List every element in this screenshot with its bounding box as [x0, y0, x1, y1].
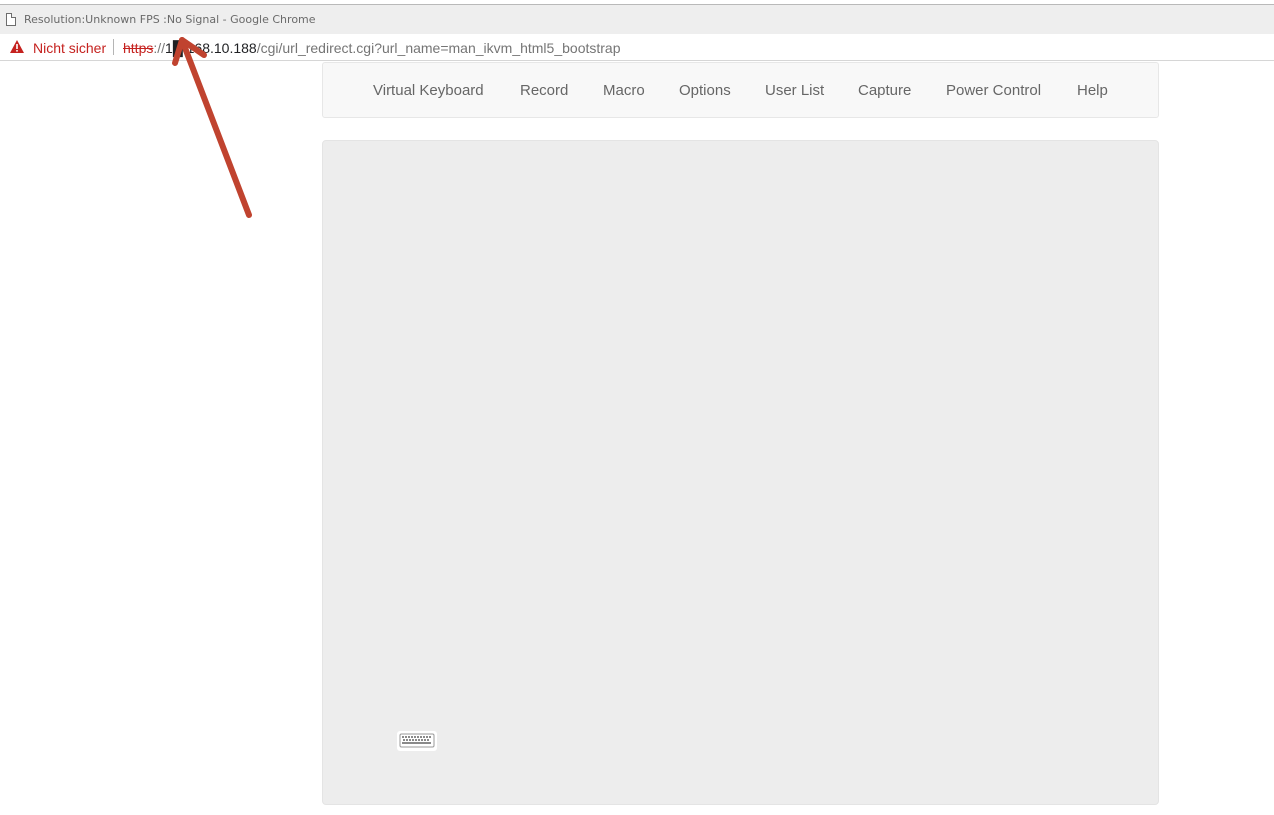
address-bar[interactable]: Nicht sicher https://1█.168.10.188/cgi/u…	[0, 34, 1274, 61]
security-status-label[interactable]: Nicht sicher	[33, 40, 106, 56]
nav-power-control[interactable]: Power Control	[946, 82, 1041, 99]
url-scheme-separator: ://	[153, 40, 166, 56]
window-titlebar: Resolution:Unknown FPS :No Signal - Goog…	[0, 4, 1274, 34]
url-scheme: https	[123, 40, 154, 56]
keyboard-icon[interactable]	[397, 731, 437, 751]
nav-capture[interactable]: Capture	[858, 82, 911, 99]
window-title: Resolution:Unknown FPS :No Signal - Goog…	[24, 13, 316, 26]
nav-help[interactable]: Help	[1077, 82, 1108, 99]
document-icon	[6, 13, 16, 26]
nav-macro[interactable]: Macro	[603, 82, 645, 99]
url-path: /cgi/url_redirect.cgi?url_name=man_ikvm_…	[256, 40, 621, 56]
warning-triangle-icon[interactable]	[10, 40, 24, 53]
nav-options[interactable]: Options	[679, 82, 731, 99]
address-divider	[113, 39, 114, 55]
kvm-navbar: Virtual Keyboard Record Macro Options Us…	[322, 62, 1159, 118]
nav-user-list[interactable]: User List	[765, 82, 824, 99]
nav-record[interactable]: Record	[520, 82, 568, 99]
url-field[interactable]: https://1█.168.10.188/cgi/url_redirect.c…	[123, 40, 621, 56]
page: Resolution:Unknown FPS :No Signal - Goog…	[0, 0, 1274, 815]
url-host: 1█.168.10.188	[165, 40, 257, 56]
nav-virtual-keyboard[interactable]: Virtual Keyboard	[373, 82, 484, 99]
kvm-console-screen[interactable]	[322, 140, 1159, 805]
